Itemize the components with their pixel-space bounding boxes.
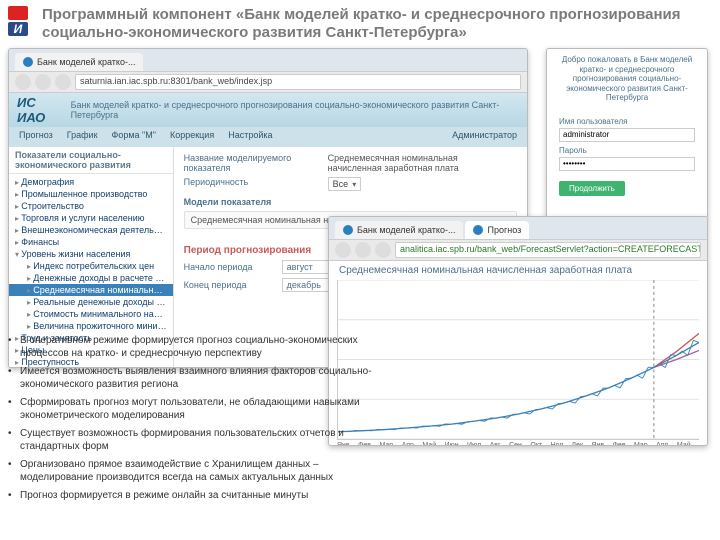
back-button[interactable] [335,242,351,258]
app-menu: Прогноз График Форма "М" Коррекция Настр… [9,127,527,147]
menu-form-m[interactable]: Форма "М" [112,130,156,144]
tree-item-min-set[interactable]: Стоимость минимального набора продуктов … [9,308,173,320]
favicon-icon [473,225,483,235]
favicon-icon [343,225,353,235]
username-label: Имя пользователя [559,117,695,126]
menu-chart[interactable]: График [67,130,98,144]
indicator-label: Название моделируемого показателя [184,153,304,173]
periodicity-select[interactable]: Все [328,177,362,191]
product-logo: И [8,6,36,38]
username-input[interactable]: administrator [559,128,695,142]
tab-label: Банк моделей кратко-... [357,225,455,235]
feature-bullet: Имеется возможность выявления взаимного … [8,366,388,391]
menu-correction[interactable]: Коррекция [170,130,214,144]
password-label: Пароль [559,146,695,155]
forward-button[interactable] [35,74,51,90]
login-window: Добро пожаловать в Банк моделей кратко- … [546,48,708,218]
menu-admin[interactable]: Администратор [452,130,517,144]
app-title: Банк моделей кратко- и среднесрочного пр… [71,100,519,120]
reload-button[interactable] [55,74,71,90]
tab-label: Банк моделей кратко-... [37,57,135,67]
tree-item-demography[interactable]: Демография [9,176,173,188]
feature-bullet: В оперативном режиме формируется прогноз… [8,335,388,360]
reload-button[interactable] [375,242,391,258]
chart-title: Среднемесячная номинальная начисленная з… [329,261,707,280]
login-submit-button[interactable]: Продолжить [559,181,625,196]
browser-tab[interactable]: Банк моделей кратко-... [335,221,463,239]
tree-item-living-level[interactable]: Уровень жизни населения [9,248,173,260]
app-header: ИС ИАО Банк моделей кратко- и среднесроч… [9,93,527,127]
browser-tab[interactable]: Банк моделей кратко-... [15,53,143,71]
period-end-label: Конец периода [184,280,274,290]
indicator-value: Среднемесячная номинальная начисленная з… [328,153,488,173]
address-bar[interactable]: saturnia.ian.iac.spb.ru:8301/bank_web/in… [75,74,521,90]
page-header: И Программный компонент «Банк моделей кр… [0,0,720,44]
browser-toolbar: analitica.iac.spb.ru/bank_web/ForecastSe… [329,239,707,261]
favicon-icon [23,57,33,67]
tree-item-avg-wage[interactable]: Среднемесячная номинальная начисленная з… [9,284,173,296]
chart-plot-area [337,280,699,440]
models-heading: Модели показателя [184,197,517,207]
tab-label: Прогноз [487,225,521,235]
tree-item-trade[interactable]: Торговля и услуги населению [9,212,173,224]
browser-tab-active[interactable]: Прогноз [465,221,529,239]
feature-bullets: В оперативном режиме формируется прогноз… [8,335,388,509]
tree-item-income-pc[interactable]: Денежные доходы в расчете на душу населе… [9,272,173,284]
page-title: Программный компонент «Банк моделей крат… [42,6,712,42]
password-input[interactable]: •••••••• [559,157,695,171]
back-button[interactable] [15,74,31,90]
menu-forecast[interactable]: Прогноз [19,130,53,144]
sidebar-heading: Показатели социально-экономического разв… [9,147,173,174]
tree-item-foreign[interactable]: Внешнеэкономическая деятельность [9,224,173,236]
tree-item-finances[interactable]: Финансы [9,236,173,248]
browser-tabstrip: Банк моделей кратко-... Прогноз [329,217,707,239]
feature-bullet: Существует возможность формирования поль… [8,428,388,453]
login-welcome: Добро пожаловать в Банк моделей кратко- … [547,49,707,109]
address-bar[interactable]: analitica.iac.spb.ru/bank_web/ForecastSe… [395,242,701,258]
tree-item-industry[interactable]: Промышленное производство [9,188,173,200]
tree-item-construction[interactable]: Строительство [9,200,173,212]
feature-bullet: Организовано прямое взаимодействие с Хра… [8,459,388,484]
forward-button[interactable] [355,242,371,258]
indicator-tree-sidebar: Показатели социально-экономического разв… [9,147,174,367]
feature-bullet: Прогноз формируется в режиме онлайн за с… [8,490,388,503]
app-logo: ИС ИАО [17,95,65,125]
browser-toolbar: saturnia.ian.iac.spb.ru:8301/bank_web/in… [9,71,527,93]
periodicity-label: Периодичность [184,177,304,187]
menu-settings[interactable]: Настройка [228,130,272,144]
tree-item-subsistence[interactable]: Величина прожиточного минимума (в средне… [9,320,173,332]
feature-bullet: Сформировать прогноз могут пользователи,… [8,397,388,422]
tree-item-real-income[interactable]: Реальные денежные доходы населения [9,296,173,308]
browser-tabstrip: Банк моделей кратко-... [9,49,527,71]
tree-item-cpi[interactable]: Индекс потребительских цен [9,260,173,272]
period-start-label: Начало периода [184,262,274,272]
